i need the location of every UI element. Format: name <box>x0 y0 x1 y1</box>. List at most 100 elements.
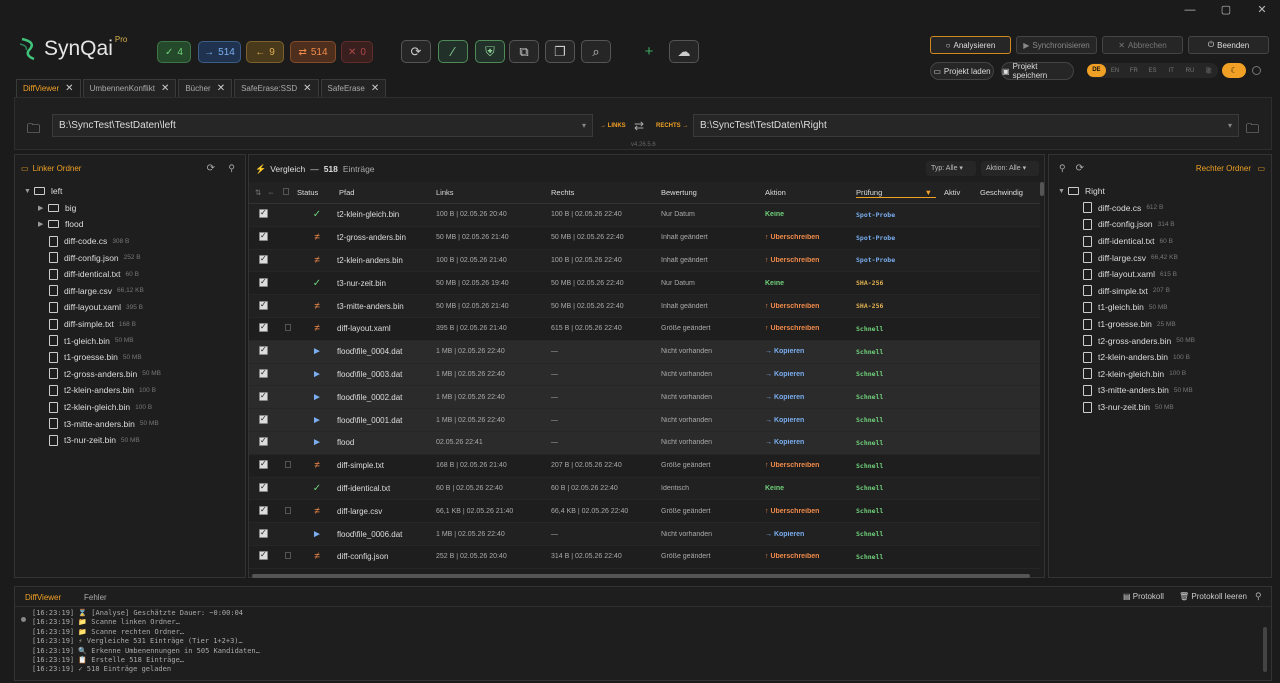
row-checkbox[interactable] <box>259 368 268 378</box>
log-scrollbar[interactable] <box>1263 627 1267 672</box>
lang-option[interactable]: EN <box>1106 68 1125 74</box>
tree-item[interactable]: diff-code.cs 612 B <box>1058 200 1271 217</box>
tree-item[interactable]: t1-groesse.bin 25 MB <box>1058 316 1271 333</box>
expand-icon[interactable]: ▶ <box>38 220 48 228</box>
table-row[interactable]: ≠ diff-layout.xaml 395 B | 02.05.26 21:40 6… <box>249 318 1040 341</box>
row-checkbox[interactable] <box>259 232 268 242</box>
tree-item[interactable]: diff-simple.txt 168 B <box>24 316 245 333</box>
load-project-button[interactable]: ▭ Projekt laden <box>930 62 994 80</box>
tab[interactable]: Bücher ✕ <box>178 79 233 97</box>
sync-button[interactable]: ▶ Synchronisieren <box>1016 36 1097 54</box>
close-tab-icon[interactable]: ✕ <box>65 83 73 94</box>
row-action[interactable]: ↑ Überschreiben <box>765 553 856 560</box>
row-action[interactable]: Keine <box>765 280 856 287</box>
cloud-tool[interactable]: ☁ <box>669 40 699 63</box>
type-filter[interactable]: Typ: Alle ▾ <box>926 161 976 176</box>
close-window-button[interactable]: ✕ <box>1244 0 1280 20</box>
table-row[interactable]: ► flood\file_0004.dat 1 MB | 02.05.26 22:4… <box>249 340 1040 364</box>
swap-icon[interactable]: ⇄ <box>634 119 644 133</box>
table-row[interactable]: ✓ t2-klein-gleich.bin 100 B | 02.05.26 20:… <box>249 204 1040 227</box>
tree-item[interactable]: t3-mitte-anders.bin 50 MB <box>1058 382 1271 399</box>
table-row[interactable]: ✓ diff-identical.txt 60 B | 02.05.26 22:40… <box>249 477 1040 501</box>
right-folder-browse-icon[interactable]: 🗀 <box>1246 120 1259 142</box>
protocol-button[interactable]: ▤ Protokoll <box>1123 592 1164 601</box>
chevron-down-icon[interactable]: ▾ <box>582 121 586 130</box>
row-checkbox[interactable] <box>259 528 268 538</box>
row-checkbox[interactable] <box>259 346 268 356</box>
tree-item[interactable]: t2-gross-anders.bin 50 MB <box>24 366 245 383</box>
row-checkbox[interactable] <box>259 551 268 561</box>
left-folder-browse-icon[interactable]: 🗀 <box>27 120 40 142</box>
tree-item[interactable]: diff-layout.xaml 615 B <box>1058 266 1271 283</box>
lang-option[interactable]: DE <box>1087 64 1106 77</box>
tree-item[interactable]: ▶ flood <box>24 216 245 233</box>
row-box-icon[interactable] <box>285 461 291 469</box>
stat-badge[interactable]: ✓ 4 <box>157 41 191 63</box>
table-row[interactable]: ≠ diff-large.csv 66,1 KB | 02.05.26 21:40 6… <box>249 500 1040 524</box>
row-checkbox[interactable] <box>259 505 268 515</box>
action-filter[interactable]: Aktion: Alle ▾ <box>981 161 1039 176</box>
clear-log-button[interactable]: 🗑 Protokoll leeren <box>1179 592 1247 601</box>
table-row[interactable]: ► flood\file_0002.dat 1 MB | 02.05.26 22:4… <box>249 386 1040 410</box>
tree-item[interactable]: diff-layout.xaml 395 B <box>24 299 245 316</box>
row-checkbox[interactable] <box>259 254 268 264</box>
left-path-input[interactable]: B:\SyncTest\TestDaten\left ▾ <box>52 114 593 137</box>
refresh-icon[interactable]: ⟳ <box>1076 163 1084 174</box>
row-checkbox[interactable] <box>259 460 268 470</box>
row-action[interactable]: → Kopieren <box>765 371 856 378</box>
lang-option[interactable]: FR <box>1124 68 1143 74</box>
search-tool[interactable]: ⌕ <box>581 40 611 63</box>
col-path[interactable]: Pfad <box>337 188 436 197</box>
table-row[interactable]: ≠ t2-klein-anders.bin 100 B | 02.05.26 21:… <box>249 249 1040 273</box>
pin-icon[interactable]: ⚲ <box>1255 591 1262 602</box>
col-speed[interactable]: Geschwindig <box>980 188 1032 197</box>
horizontal-scrollbar[interactable] <box>252 574 1030 578</box>
maximize-button[interactable]: ▢ <box>1208 0 1244 20</box>
theme-toggle[interactable]: ☾ <box>1222 63 1246 78</box>
row-box-icon[interactable] <box>285 552 291 560</box>
close-tab-icon[interactable]: ✕ <box>303 83 311 94</box>
minimize-button[interactable]: — <box>1172 0 1208 20</box>
col-left[interactable]: Links <box>436 188 551 197</box>
col-check[interactable]: Prüfung ▼ <box>856 188 936 198</box>
chevron-down-icon[interactable]: ▾ <box>1228 121 1232 130</box>
row-action[interactable]: Keine <box>765 485 856 492</box>
save-project-button[interactable]: ▣ Projekt speichern <box>1001 62 1074 80</box>
row-checkbox[interactable] <box>259 482 268 492</box>
stat-badge[interactable]: ⇄ 514 <box>290 41 336 63</box>
lang-option[interactable]: RU <box>1181 68 1200 74</box>
compare-tool[interactable]: ⧉ <box>509 40 539 63</box>
tree-item[interactable]: diff-code.cs 308 B <box>24 233 245 250</box>
table-row[interactable]: ► flood\file_0006.dat 1 MB | 02.05.26 22:4… <box>249 523 1040 546</box>
tab[interactable]: SafeErase:SSD ✕ <box>234 79 319 97</box>
table-row[interactable]: ► flood\file_0001.dat 1 MB | 02.05.26 22:4… <box>249 409 1040 432</box>
refresh-icon[interactable]: ⟳ <box>207 163 215 174</box>
tree-item[interactable]: diff-config.json 252 B <box>24 249 245 266</box>
shield-tool[interactable]: ⛨ <box>475 40 505 63</box>
row-action[interactable]: → Kopieren <box>765 417 856 424</box>
tree-item[interactable]: diff-large.csv 66,42 KB <box>1058 249 1271 266</box>
tree-item[interactable]: diff-identical.txt 60 B <box>1058 233 1271 250</box>
expand-icon[interactable]: ▼ <box>24 188 34 195</box>
col-active[interactable]: Aktiv <box>936 188 980 197</box>
expand-icon[interactable]: ▼ <box>1058 188 1068 195</box>
pin-icon[interactable]: ⚲ <box>1059 163 1066 174</box>
tree-item[interactable]: diff-config.json 314 B <box>1058 216 1271 233</box>
row-action[interactable]: ↑ Überschreiben <box>765 257 856 264</box>
row-action[interactable]: → Kopieren <box>765 394 856 401</box>
row-action[interactable]: ↑ Überschreiben <box>765 325 856 332</box>
row-checkbox[interactable] <box>259 391 268 401</box>
row-checkbox[interactable] <box>259 437 268 447</box>
tree-item[interactable]: t3-nur-zeit.bin 50 MB <box>1058 399 1271 416</box>
tree-item[interactable]: t2-klein-anders.bin 100 B <box>1058 349 1271 366</box>
row-box-icon[interactable] <box>285 506 291 514</box>
row-action[interactable]: ↑ Überschreiben <box>765 462 856 469</box>
col-right[interactable]: Rechts <box>551 188 661 197</box>
tab[interactable]: DiffViewer ✕ <box>16 79 81 97</box>
row-action[interactable]: ↑ Überschreiben <box>765 234 856 241</box>
language-selector[interactable]: DE EN FR ES IT RU 歌 <box>1087 63 1218 78</box>
refresh-tool[interactable]: ⟳ <box>401 40 431 63</box>
log-tab-diffviewer[interactable]: DiffViewer <box>25 593 61 602</box>
lang-option[interactable]: 歌 <box>1199 66 1218 75</box>
tree-root[interactable]: ▼ Right <box>1058 183 1271 200</box>
